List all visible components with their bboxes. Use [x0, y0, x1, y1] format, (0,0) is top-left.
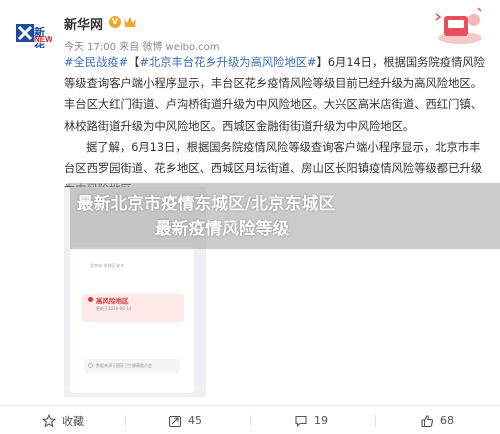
phone-screenshot: 北京市 丰台区 花乡 高风险地区 更新于2020-06-14 数据来源于国家卫生…: [70, 247, 194, 393]
avatar[interactable]: 新华网 NEWS: [14, 22, 52, 48]
favorite-label: 收藏: [62, 414, 84, 428]
action-toolbar: 收藏 45 19 68: [0, 405, 500, 434]
post-meta: 今天 17:00 来自 微博 weibo.com: [64, 42, 220, 53]
repost-icon: [168, 415, 182, 427]
phone-note-box: 数据来源于国家卫生健康委员会: [84, 359, 180, 373]
toolbar-divider: [250, 415, 251, 427]
overlay-title-line2: 最新疫情风险等级: [155, 219, 290, 238]
favorite-button[interactable]: 收藏: [42, 406, 84, 434]
risk-badge: 高风险地区 更新于2020-06-14: [82, 294, 184, 322]
image-caption-region: 北京市 丰台区 花乡: [90, 263, 125, 268]
topic-link-fengtai[interactable]: #北京丰台花乡升级为高风险地区#: [139, 56, 316, 69]
toolbar-divider: [125, 415, 126, 427]
author-name[interactable]: 新华网: [64, 14, 103, 33]
comment-icon: [295, 415, 307, 427]
overlay-title-line1: 最新北京市疫情东城区/北京东城区: [77, 194, 336, 213]
xinhua-logo-icon: [16, 24, 34, 42]
risk-title: 高风险地区: [96, 297, 129, 305]
decorative-illustration-icon: [435, 7, 482, 44]
repost-button[interactable]: 45: [168, 406, 202, 434]
comment-button[interactable]: 19: [294, 406, 328, 434]
topic-link-quanmin[interactable]: #全民战疫#: [64, 56, 128, 69]
toolbar-divider: [375, 415, 376, 427]
risk-update-date: 更新于2020-06-14: [96, 306, 132, 311]
comment-count: 19: [314, 414, 328, 427]
risk-dot-icon: [88, 297, 93, 302]
like-count: 68: [440, 414, 454, 427]
logo-news-text: NEWS: [34, 35, 52, 44]
crown-icon: [124, 17, 136, 27]
checkbox-icon: [88, 363, 93, 368]
verified-badge-icon: V: [109, 16, 121, 28]
thumbs-up-icon: [421, 414, 434, 427]
post-content: #全民战疫#【#北京丰台花乡升级为高风险地区#】6月14日，根据国务院疫情风险等…: [64, 52, 489, 200]
star-icon: [42, 413, 56, 427]
post-header: 新华网 NEWS 新华网 V 今天 17:00 来自 微博 weibo.com: [0, 0, 500, 60]
image-caption-note: 数据来源于国家卫生健康委员会: [96, 363, 152, 368]
like-button[interactable]: 68: [420, 406, 454, 434]
paragraph-1: #全民战疫#【#北京丰台花乡升级为高风险地区#】6月14日，根据国务院疫情风险等…: [64, 52, 489, 137]
repost-count: 45: [188, 414, 202, 427]
bracket: 【: [128, 56, 140, 69]
